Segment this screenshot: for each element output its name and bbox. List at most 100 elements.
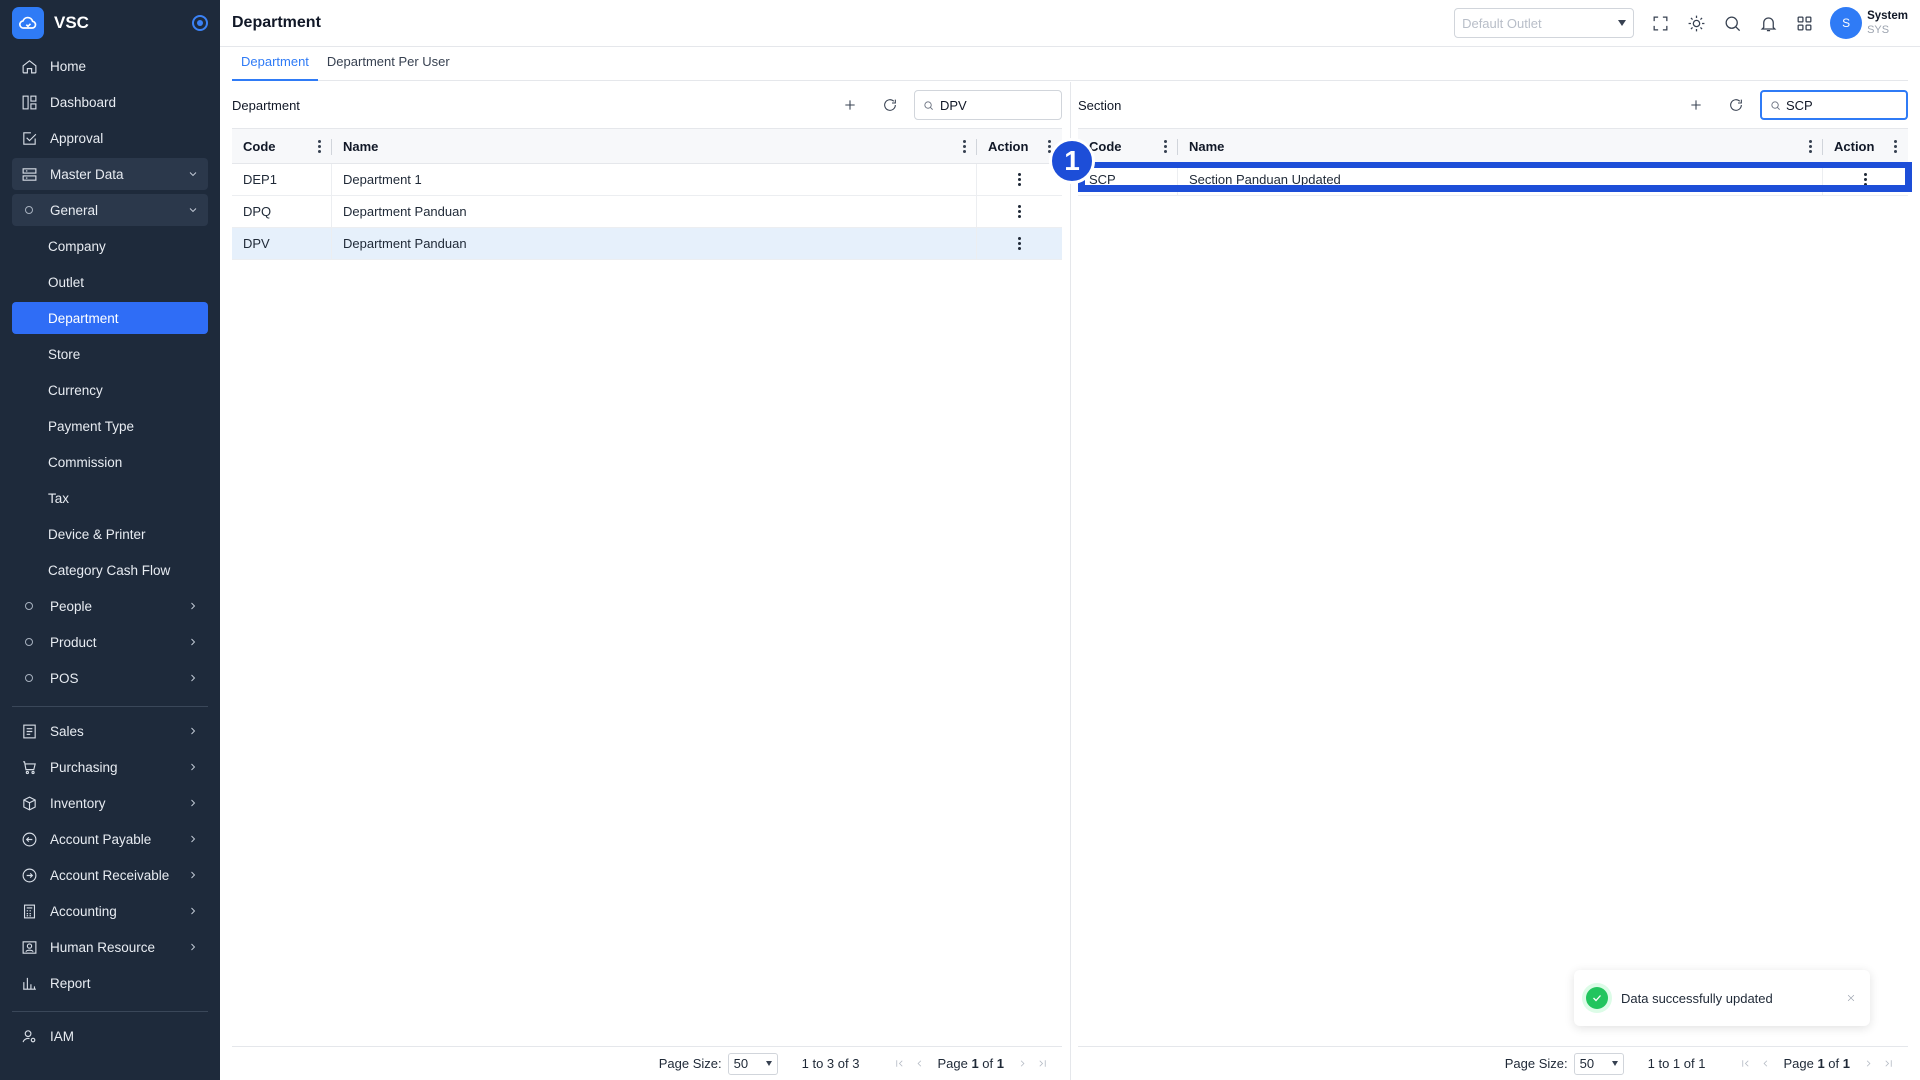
sidebar-divider [12, 1011, 208, 1012]
sidebar-item-pos[interactable]: POS [12, 662, 208, 694]
section-panel-header: Section [1078, 82, 1908, 128]
sidebar-item-product[interactable]: Product [12, 626, 208, 658]
column-header-name[interactable]: Name [332, 129, 977, 163]
sidebar-toggle-icon[interactable] [192, 15, 208, 31]
section-panel-tools [1676, 89, 1908, 121]
page-size-select[interactable]: 50 [727, 1052, 778, 1075]
sidebar-item-people[interactable]: People [12, 590, 208, 622]
sidebar-item-account-payable[interactable]: Account Payable [12, 823, 208, 855]
sidebar-item-accounting[interactable]: Accounting [12, 895, 208, 927]
last-page-icon[interactable] [1878, 1058, 1898, 1069]
row-action-menu-icon[interactable] [977, 196, 1062, 227]
page-size-label: Page Size: [1504, 1056, 1568, 1071]
add-department-button[interactable] [830, 89, 870, 121]
sidebar-item-category-cash-flow[interactable]: Category Cash Flow [12, 554, 208, 586]
table-row[interactable]: DEP1 Department 1 [232, 164, 1062, 196]
section-panel-title: Section [1078, 97, 1122, 113]
sidebar-item-account-receivable[interactable]: Account Receivable [12, 859, 208, 891]
sidebar-item-label: Department [48, 310, 119, 326]
circle-icon [25, 638, 33, 646]
sidebar-item-purchasing[interactable]: Purchasing [12, 751, 208, 783]
sidebar-item-dashboard[interactable]: Dashboard [12, 86, 208, 118]
table-row[interactable]: DPQ Department Panduan [232, 196, 1062, 228]
sidebar-item-commission[interactable]: Commission [12, 446, 208, 478]
sidebar-item-currency[interactable]: Currency [12, 374, 208, 406]
section-search-input[interactable] [1786, 97, 1812, 113]
report-icon [20, 974, 38, 992]
search-icon[interactable] [1714, 5, 1750, 41]
department-search-input[interactable] [940, 97, 1050, 113]
last-page-icon[interactable] [1032, 1058, 1052, 1069]
search-icon [1771, 100, 1780, 110]
column-header-code[interactable]: Code [232, 129, 332, 163]
row-action-menu-icon[interactable] [977, 164, 1062, 195]
sidebar-item-inventory[interactable]: Inventory [12, 787, 208, 819]
header-actions: Default Outlet S System SYS [1454, 5, 1908, 41]
sidebar-item-human-resource[interactable]: Human Resource [12, 931, 208, 963]
next-page-icon[interactable] [1858, 1058, 1878, 1069]
sidebar-item-tax[interactable]: Tax [12, 482, 208, 514]
fullscreen-icon[interactable] [1642, 5, 1678, 41]
first-page-icon[interactable] [1735, 1058, 1755, 1069]
column-label: Action [1834, 138, 1875, 154]
sun-icon[interactable] [1678, 5, 1714, 41]
sidebar-item-approval[interactable]: Approval [12, 122, 208, 154]
department-panel-tools [830, 89, 1062, 121]
sidebar-item-general[interactable]: General [12, 194, 208, 226]
total-pages: 1 [996, 1056, 1004, 1071]
section-search[interactable] [1760, 90, 1908, 120]
row-action-menu-icon[interactable] [977, 228, 1062, 259]
column-menu-icon[interactable] [1893, 139, 1897, 153]
sidebar-item-store[interactable]: Store [12, 338, 208, 370]
section-grid: Code Name Action SCP Section Panduan Upd… [1078, 128, 1912, 196]
column-menu-icon[interactable] [962, 139, 966, 153]
cart-icon [20, 758, 38, 776]
circle-icon [25, 602, 33, 610]
column-menu-icon[interactable] [317, 139, 321, 153]
sidebar-item-device-printer[interactable]: Device & Printer [12, 518, 208, 550]
apps-grid-icon[interactable] [1786, 5, 1822, 41]
sidebar-item-report[interactable]: Report [12, 967, 208, 999]
add-section-button[interactable] [1676, 89, 1716, 121]
top-header: Department Default Outlet S System SYS [220, 0, 1920, 47]
sidebar-item-payment-type[interactable]: Payment Type [12, 410, 208, 442]
prev-page-icon[interactable] [909, 1058, 929, 1069]
sidebar-item-company[interactable]: Company [12, 230, 208, 262]
refresh-department-button[interactable] [870, 89, 910, 121]
of-word: of [982, 1056, 994, 1071]
refresh-section-button[interactable] [1716, 89, 1756, 121]
table-row-selected[interactable]: DPV Department Panduan [232, 228, 1062, 260]
sidebar-item-home[interactable]: Home [12, 50, 208, 82]
column-menu-icon[interactable] [1808, 139, 1812, 153]
sidebar-item-outlet[interactable]: Outlet [12, 266, 208, 298]
page-word: Page [1783, 1056, 1814, 1071]
section-panel: Section Code Name Action [1078, 82, 1912, 1080]
sidebar-item-master-data[interactable]: Master Data [12, 158, 208, 190]
page-indicator: Page 1 of 1 [1783, 1056, 1850, 1071]
bell-icon[interactable] [1750, 5, 1786, 41]
close-icon[interactable] [1844, 991, 1858, 1005]
tab-department[interactable]: Department [232, 48, 318, 81]
sidebar-item-iam[interactable]: IAM [12, 1020, 208, 1052]
next-page-icon[interactable] [1012, 1058, 1032, 1069]
outlet-select[interactable]: Default Outlet [1454, 8, 1635, 38]
sidebar-item-label: Accounting [50, 903, 117, 919]
prev-page-icon[interactable] [1755, 1058, 1775, 1069]
user-menu[interactable]: S System SYS [1830, 7, 1908, 39]
panel-divider[interactable] [1070, 82, 1071, 1080]
sidebar-item-department[interactable]: Department [12, 302, 208, 334]
column-menu-icon[interactable] [1163, 139, 1167, 153]
column-header-name[interactable]: Name [1178, 129, 1823, 163]
column-header-action[interactable]: Action [1823, 129, 1908, 163]
page-size-select[interactable]: 50 [1573, 1052, 1624, 1075]
first-page-icon[interactable] [889, 1058, 909, 1069]
toast-message: Data successfully updated [1621, 990, 1773, 1006]
caret-down-icon [1618, 20, 1627, 26]
sidebar-item-label: Human Resource [50, 939, 156, 955]
sidebar-item-sales[interactable]: Sales [12, 715, 208, 747]
user-code: SYS [1867, 24, 1890, 36]
sidebar-item-label: Inventory [50, 795, 106, 811]
tab-department-per-user[interactable]: Department Per User [318, 48, 459, 81]
current-page: 1 [1817, 1056, 1825, 1071]
department-search[interactable] [914, 90, 1062, 120]
